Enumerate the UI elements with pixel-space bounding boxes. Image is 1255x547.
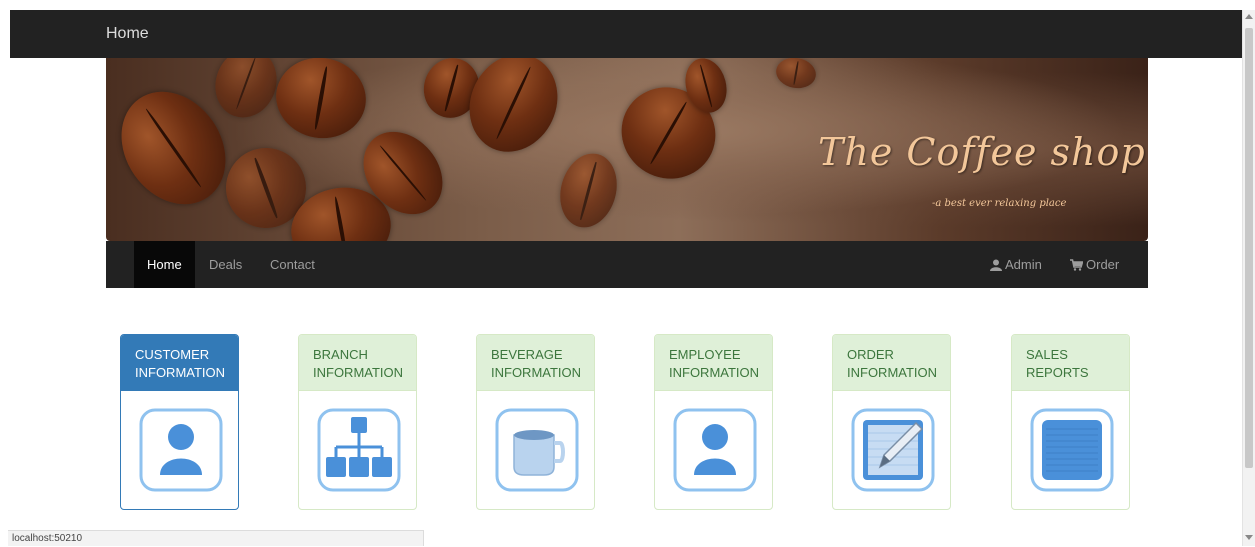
- tile-customer-information[interactable]: CUSTOMER INFORMATION: [120, 334, 239, 510]
- scroll-thumb[interactable]: [1245, 28, 1253, 468]
- tile-title-line2: INFORMATION: [135, 365, 226, 380]
- org-chart-icon: [317, 408, 401, 492]
- report-icon: [1030, 408, 1114, 492]
- coffee-bean-image: [269, 58, 373, 146]
- scroll-down-icon[interactable]: [1245, 535, 1253, 540]
- tile-header: SALES REPORTS: [1012, 335, 1129, 391]
- nav-order-label: Order: [1086, 257, 1120, 272]
- tile-title-line2: INFORMATION: [669, 365, 760, 380]
- tile-beverage-information[interactable]: BEVERAGE INFORMATION: [476, 334, 595, 510]
- cart-icon: [1070, 259, 1084, 271]
- tile-order-information[interactable]: ORDER INFORMATION: [832, 334, 951, 510]
- tile-header: EMPLOYEE INFORMATION: [655, 335, 772, 391]
- tile-title-line2: INFORMATION: [313, 365, 404, 380]
- nav-deals[interactable]: Deals: [196, 241, 255, 288]
- main-navbar: Home Deals Contact Admin Order: [106, 241, 1148, 288]
- nav-admin[interactable]: Admin: [990, 241, 1042, 288]
- mug-icon: [495, 408, 579, 492]
- coffee-bean-image: [552, 147, 625, 234]
- user-icon: [990, 259, 1002, 271]
- nav-admin-label: Admin: [1005, 257, 1042, 272]
- tile-header: BEVERAGE INFORMATION: [477, 335, 594, 391]
- tile-header: ORDER INFORMATION: [833, 335, 950, 391]
- nav-order[interactable]: Order: [1070, 241, 1119, 288]
- coffee-bean-image: [205, 58, 287, 127]
- tile-title-line1: SALES: [1026, 347, 1068, 362]
- tile-title-line1: CUSTOMER: [135, 347, 210, 362]
- banner-title: The Coffee shop: [818, 130, 1146, 174]
- nav-home[interactable]: Home: [134, 241, 195, 288]
- tile-title-line2: INFORMATION: [491, 365, 582, 380]
- nav-contact[interactable]: Contact: [257, 241, 328, 288]
- tile-sales-reports[interactable]: SALES REPORTS: [1011, 334, 1130, 510]
- top-navbar: Home: [10, 10, 1243, 58]
- tile-title-line1: BRANCH: [313, 347, 368, 362]
- tile-header: CUSTOMER INFORMATION: [121, 335, 238, 391]
- scroll-up-icon[interactable]: [1245, 14, 1253, 19]
- tile-header: BRANCH INFORMATION: [299, 335, 416, 391]
- tile-branch-information[interactable]: BRANCH INFORMATION: [298, 334, 417, 510]
- tile-title-line1: ORDER: [847, 347, 894, 362]
- banner-subtitle: -a best ever relaxing place: [932, 198, 1067, 209]
- person-icon: [139, 408, 223, 492]
- tile-title-line2: REPORTS: [1026, 365, 1089, 380]
- brand-home-link[interactable]: Home: [106, 25, 149, 43]
- browser-status-bar: localhost:50210: [8, 530, 424, 546]
- tile-title-line2: INFORMATION: [847, 365, 938, 380]
- coffee-bean-image: [773, 58, 819, 92]
- person-icon: [673, 408, 757, 492]
- tile-title-line1: EMPLOYEE: [669, 347, 741, 362]
- tile-title-line1: BEVERAGE: [491, 347, 563, 362]
- hero-banner: The Coffee shop -a best ever relaxing pl…: [106, 58, 1148, 241]
- tile-employee-information[interactable]: EMPLOYEE INFORMATION: [654, 334, 773, 510]
- page-scrollbar[interactable]: [1242, 10, 1255, 546]
- pencil-note-icon: [851, 408, 935, 492]
